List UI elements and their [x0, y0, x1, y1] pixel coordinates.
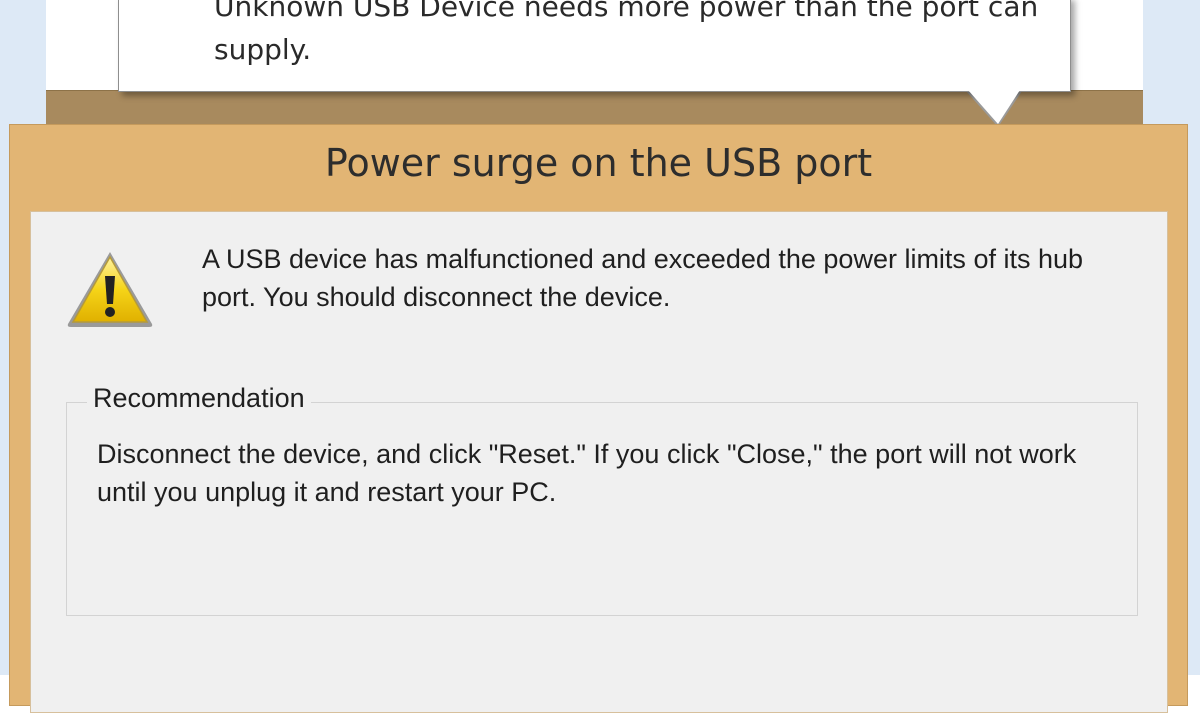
warning-icon [67, 252, 153, 327]
dialog-client-area: A USB device has malfunctioned and excee… [30, 211, 1168, 713]
power-surge-dialog: Power surge on the USB port A USB device… [9, 124, 1188, 713]
balloon-tail [968, 90, 1020, 124]
recommendation-label: Recommendation [87, 383, 311, 414]
usb-notification-balloon[interactable]: Unknown USB Device needs more power than… [118, 0, 1071, 92]
recommendation-group: Recommendation Disconnect the device, an… [66, 383, 1138, 616]
recommendation-text: Disconnect the device, and click "Reset.… [97, 439, 1077, 507]
error-message: A USB device has malfunctioned and excee… [202, 244, 1084, 312]
dialog-title: Power surge on the USB port [324, 141, 873, 185]
balloon-message: Unknown USB Device needs more power than… [214, 0, 1039, 66]
